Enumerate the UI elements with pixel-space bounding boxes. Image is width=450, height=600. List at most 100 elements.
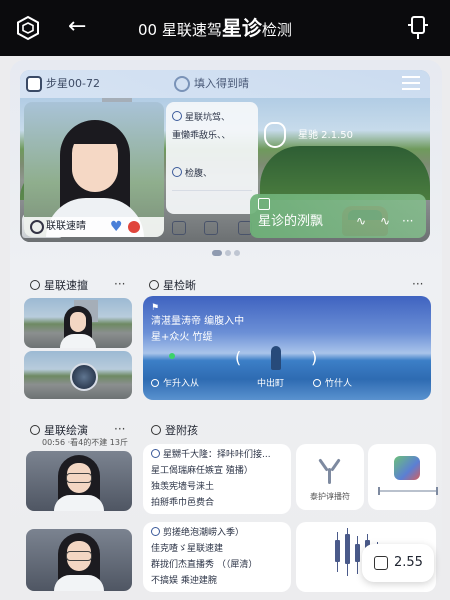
diagnosis-card[interactable]: 星诊的洌飘 ∿ ∿ ··· (250, 194, 426, 238)
title-main: 星联速驾 (161, 21, 222, 39)
info-line: 检腹、 (172, 166, 256, 182)
y-arm (318, 458, 329, 472)
glasses-icon (66, 473, 92, 483)
text-card-1[interactable]: 星嬲千大隆：择咔咔们接... 星工偈瑞麻任嫉宣 殖播） 独羡宪墙号涞土 拍掰乖巾… (143, 444, 291, 514)
back-arrow-icon[interactable]: ← (68, 12, 94, 42)
hero-header: 步星00-72 填入得到晴 (20, 70, 430, 98)
value-badge[interactable]: 2.55 (362, 544, 434, 582)
section-title-left-top: 星联速擅 (30, 277, 120, 295)
ocean-tag-center: 中出町 (257, 379, 285, 389)
camera-thumbnail[interactable] (24, 351, 132, 399)
more-icon[interactable]: ··· (402, 212, 422, 230)
info-line: 星联坑驾、 (172, 110, 256, 126)
more-icon[interactable]: ··· (412, 277, 428, 295)
heart-outline-icon (172, 111, 182, 121)
sync-icon[interactable] (404, 13, 432, 41)
ocean-line-1: 清湛量涛帝 编腹入中 (151, 316, 245, 327)
pager-dot[interactable] (234, 250, 240, 256)
pager-dot[interactable] (225, 250, 231, 256)
y-arm (330, 458, 341, 472)
text-card-line: 独羡宪墙号涞土 (151, 482, 215, 492)
hero-header-status[interactable]: 填入得到晴 (194, 75, 304, 93)
text-card-line: 拍掰乖巾邑费合 (151, 498, 215, 508)
text-card-line: 佳克喳ゞ星联速建 (151, 544, 224, 554)
tv-icon (374, 556, 388, 570)
glasses-portrait-2[interactable] (26, 529, 132, 591)
section-subtitle: 00:56 ·看4的不建 13斤 (42, 438, 128, 447)
more-icon[interactable]: ··· (114, 277, 130, 295)
top-bar: ← 00 星联速驾星诊检测 (0, 0, 450, 56)
search-icon (30, 220, 44, 234)
portrait-shirt (54, 575, 104, 591)
hexagon-logo-icon[interactable] (15, 15, 41, 41)
person-silhouette (271, 346, 281, 370)
hud-version-label: 星驰 2.1.50 (298, 130, 353, 141)
y-branch-card[interactable]: 泰护谆播符 (296, 444, 364, 510)
text-card-line: 不搞娱 乘迚建腕 (151, 576, 217, 586)
heart-icon[interactable]: ♥ (110, 219, 126, 235)
y-branch-icon (316, 456, 344, 486)
text-card-line: 星工偈瑞麻任嫉宣 殖播） (151, 466, 253, 476)
text-card-line: 剪搓绝泡潮崂入季） (151, 525, 287, 541)
slider-track[interactable] (378, 487, 438, 495)
heart-outline-icon (313, 379, 321, 387)
portrait-face (70, 312, 86, 332)
hero-header-label: 步星00-72 (46, 77, 100, 90)
bracket-right: ) (311, 348, 318, 367)
text-card-2[interactable]: 剪搓绝泡潮崂入季） 佳克喳ゞ星联速建 群拢们杰直播秀 （（犀清） 不搞娱 乘迚建… (143, 522, 291, 592)
trees (260, 146, 430, 201)
bracket-left: ( (235, 348, 242, 367)
heart-outline-icon (151, 527, 160, 536)
ocean-tag-right: 竹什人 (313, 376, 373, 392)
candle-body (355, 544, 360, 562)
document-icon[interactable] (204, 221, 218, 235)
portrait-shirt (60, 334, 96, 348)
glasses-icon (66, 551, 92, 561)
title-prefix: 00 (138, 21, 158, 39)
text-card-line: 星嬲千大隆：择咔咔们接... (151, 447, 287, 463)
section-title-mid-bottom: 登附孩 (151, 422, 241, 440)
profile-icon (26, 76, 42, 92)
heart-outline-icon (151, 425, 161, 435)
badge-value: 2.55 (394, 555, 423, 570)
heart-outline-icon (151, 449, 160, 458)
driver-portrait[interactable]: 联联速晴 ♥ (24, 102, 164, 237)
gallery-icon[interactable] (172, 221, 186, 235)
camera-lens-icon (70, 363, 98, 391)
ocean-tag-left: 乍升入从 (151, 376, 221, 392)
y-card-caption: 泰护谆播符 (310, 492, 350, 501)
info-line (172, 146, 256, 162)
pulse-icon: ∿ (380, 214, 391, 228)
page-title: 00 星联速驾星诊检测 (138, 13, 378, 43)
portrait-caption-bar: 联联速晴 ♥ (24, 217, 164, 237)
title-big: 星诊 (221, 16, 262, 40)
text-card-line: 群拢们杰直播秀 （（犀清） (151, 560, 258, 570)
check-icon (172, 167, 182, 177)
portrait-bangs (68, 126, 122, 144)
green-status-dot (169, 353, 175, 359)
ocean-line-2: 星+众火 竹缇 (151, 332, 213, 343)
glasses-portrait[interactable] (26, 451, 132, 511)
heart-outline-icon (30, 425, 40, 435)
menu-icon[interactable] (402, 76, 420, 90)
heart-outline-icon (151, 379, 159, 387)
pager-dot-active[interactable] (212, 250, 222, 256)
portrait-caption: 联联速晴 (46, 221, 86, 232)
street-thumbnail[interactable] (24, 298, 132, 348)
slider-tick (378, 487, 380, 495)
candle-body (345, 534, 350, 564)
heart-outline-icon (149, 280, 159, 290)
ocean-scene-card[interactable]: ⚑ 清湛量涛帝 编腹入中 星+众火 竹缇 ( ) 乍升入从 中出町 竹什人 (143, 296, 431, 400)
divider (172, 190, 252, 191)
pulse-icon: ∿ (356, 214, 367, 228)
slider-tick (436, 487, 438, 495)
timer-icon (174, 76, 190, 92)
chat-icon (258, 198, 270, 210)
portrait-shirt (54, 495, 104, 511)
status-dot-icon (128, 221, 140, 233)
app-tile-icon (394, 456, 420, 480)
app-tile-card[interactable] (368, 444, 438, 510)
hero-card[interactable]: 步星00-72 填入得到晴 联联速晴 ♥ 星联坑驾、 重懒乖敌乐、、 检腹、 星… (20, 70, 430, 242)
carousel-pager (212, 250, 242, 256)
info-panel: 星联坑驾、 重懒乖敌乐、、 检腹、 (166, 102, 258, 214)
